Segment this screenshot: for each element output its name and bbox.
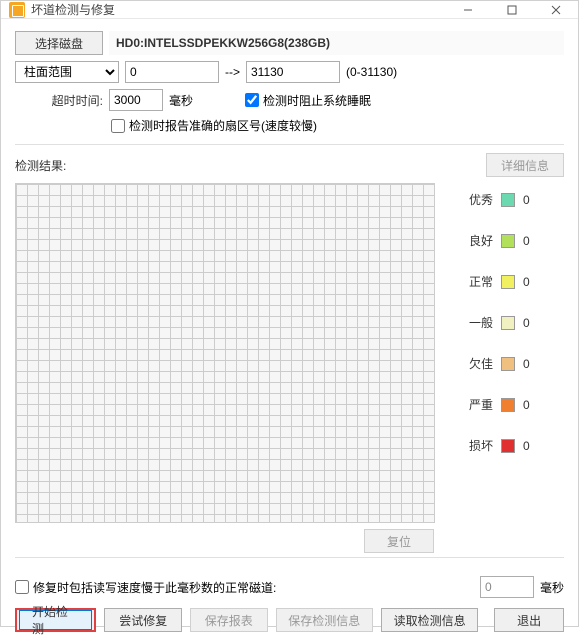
repair-slow-unit: 毫秒	[540, 579, 564, 596]
body-area: 优秀 0 良好 0 正常 0 一般 0 欠佳 0 严重 0 损坏 0	[15, 181, 564, 523]
accurate-sector-checkbox[interactable]: 检测时报告准确的扇区号(速度较慢)	[111, 117, 317, 134]
disk-name: HD0:INTELSSDPEKKW256G8(238GB)	[109, 31, 564, 55]
legend-swatch	[501, 439, 515, 453]
divider	[15, 144, 564, 145]
exit-button[interactable]: 退出	[494, 608, 564, 632]
legend-label: 一般	[465, 314, 493, 331]
legend-count: 0	[523, 357, 541, 371]
legend-item: 良好 0	[465, 232, 541, 249]
sector-grid	[15, 183, 435, 523]
reset-button[interactable]: 复位	[364, 529, 434, 553]
accurate-sector-label: 检测时报告准确的扇区号(速度较慢)	[129, 117, 317, 134]
legend-label: 优秀	[465, 191, 493, 208]
legend-label: 欠佳	[465, 355, 493, 372]
repair-slow-input[interactable]	[15, 580, 29, 594]
maximize-button[interactable]	[490, 1, 534, 18]
arrow-label: -->	[225, 65, 240, 79]
block-sleep-input[interactable]	[245, 93, 259, 107]
timeout-label: 超时时间:	[15, 92, 103, 109]
repair-slow-checkbox[interactable]: 修复时包括读写速度慢于此毫秒数的正常磁道:	[15, 579, 276, 596]
legend-count: 0	[523, 316, 541, 330]
window-title: 坏道检测与修复	[31, 1, 446, 18]
legend: 优秀 0 良好 0 正常 0 一般 0 欠佳 0 严重 0 损坏 0	[465, 181, 541, 523]
cylinder-range-hint: (0-31130)	[346, 65, 397, 79]
legend-label: 损坏	[465, 437, 493, 454]
legend-swatch	[501, 316, 515, 330]
legend-count: 0	[523, 439, 541, 453]
minimize-button[interactable]	[446, 1, 490, 18]
legend-item: 欠佳 0	[465, 355, 541, 372]
load-info-button[interactable]: 读取检测信息	[381, 608, 478, 632]
repair-slow-label: 修复时包括读写速度慢于此毫秒数的正常磁道:	[33, 579, 276, 596]
legend-count: 0	[523, 234, 541, 248]
legend-swatch	[501, 193, 515, 207]
cylinder-end-input[interactable]	[246, 61, 340, 83]
start-scan-button[interactable]: 开始检测	[15, 608, 96, 632]
window-controls	[446, 1, 578, 18]
cylinder-start-input[interactable]	[125, 61, 219, 83]
legend-item: 优秀 0	[465, 191, 541, 208]
legend-item: 严重 0	[465, 396, 541, 413]
legend-swatch	[501, 275, 515, 289]
legend-count: 0	[523, 275, 541, 289]
legend-swatch	[501, 398, 515, 412]
legend-swatch	[501, 234, 515, 248]
legend-label: 良好	[465, 232, 493, 249]
cylinder-range-select[interactable]: 柱面范围	[15, 61, 119, 83]
accurate-sector-input[interactable]	[111, 119, 125, 133]
content: 选择磁盘 HD0:INTELSSDPEKKW256G8(238GB) 柱面范围 …	[1, 19, 578, 642]
save-info-button[interactable]: 保存检测信息	[276, 608, 373, 632]
title-bar: 坏道检测与修复	[1, 1, 578, 19]
repair-slow-value[interactable]	[480, 576, 534, 598]
repair-button[interactable]: 尝试修复	[104, 608, 182, 632]
legend-item: 正常 0	[465, 273, 541, 290]
legend-item: 一般 0	[465, 314, 541, 331]
select-disk-button[interactable]: 选择磁盘	[15, 31, 103, 55]
legend-label: 正常	[465, 273, 493, 290]
legend-swatch	[501, 357, 515, 371]
legend-count: 0	[523, 398, 541, 412]
block-sleep-checkbox[interactable]: 检测时阻止系统睡眠	[245, 92, 371, 109]
results-label: 检测结果:	[15, 157, 486, 174]
legend-item: 损坏 0	[465, 437, 541, 454]
divider-2	[15, 557, 564, 558]
app-icon	[9, 2, 25, 18]
timeout-unit: 毫秒	[169, 92, 193, 109]
legend-count: 0	[523, 193, 541, 207]
window: 坏道检测与修复 选择磁盘 HD0:INTELSSDPEKKW256G8(238G…	[0, 0, 579, 627]
detail-button[interactable]: 详细信息	[486, 153, 564, 177]
legend-label: 严重	[465, 396, 493, 413]
block-sleep-label: 检测时阻止系统睡眠	[263, 92, 371, 109]
close-button[interactable]	[534, 1, 578, 18]
save-report-button[interactable]: 保存报表	[190, 608, 268, 632]
timeout-input[interactable]	[109, 89, 163, 111]
